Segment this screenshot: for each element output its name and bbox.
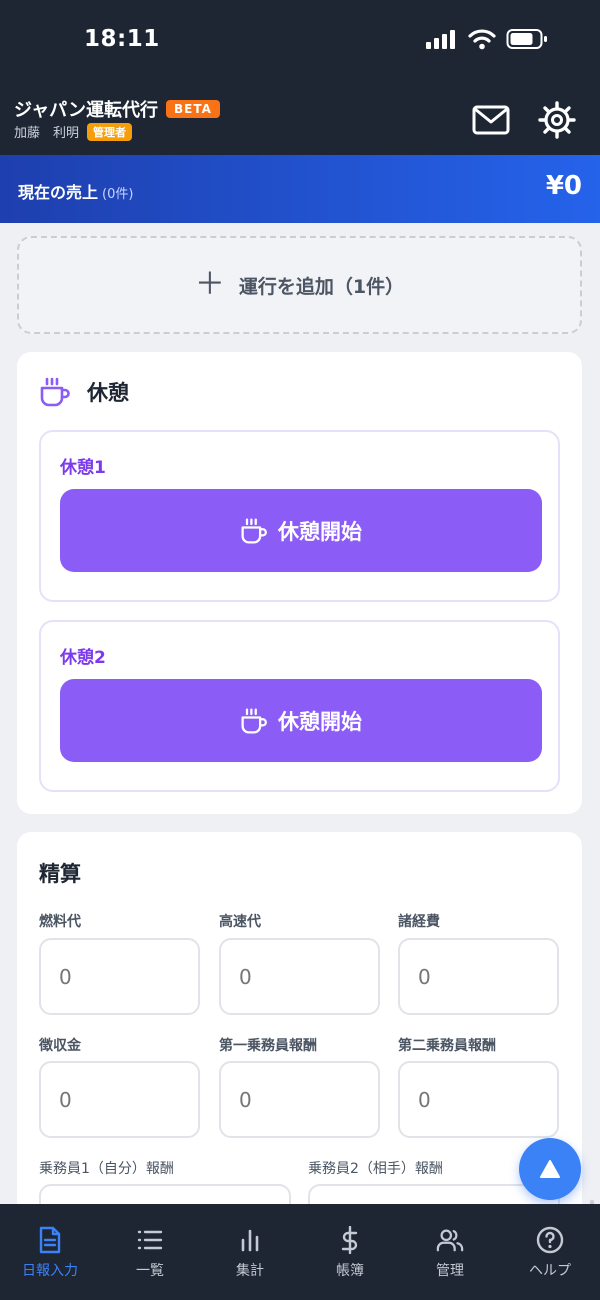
fuel-cost-input[interactable] — [39, 938, 200, 1015]
bar-chart-icon — [236, 1226, 264, 1254]
coffee-cup-icon — [241, 707, 267, 734]
wifi-icon — [468, 29, 496, 50]
first-crew-pay-input[interactable] — [219, 1061, 380, 1138]
signal-icon — [426, 30, 455, 49]
crew2-pay-label: 乗務員2（相手）報酬 — [308, 1161, 443, 1177]
plus-icon: ＋ — [194, 267, 225, 302]
add-run-label: 運行を追加（1件） — [238, 275, 405, 298]
help-icon — [536, 1226, 564, 1254]
tab-label: 集計 — [236, 1263, 264, 1279]
collected-money-label: 徴収金 — [39, 1038, 81, 1054]
mail-icon — [472, 105, 510, 135]
highway-cost-input[interactable] — [219, 938, 380, 1015]
bottom-tab-bar: 日報入力 一覧 集計 帳簿 管理 ヘルプ — [0, 1204, 600, 1300]
settlement-card: 精算 燃料代 高速代 諸経費 徴収金 第一乗務員報酬 第二乗務員報酬 乗務員1（… — [17, 832, 582, 1232]
break-start-button[interactable]: 休憩開始 — [60, 489, 542, 572]
list-icon — [136, 1226, 164, 1254]
add-run-button[interactable]: ＋ 運行を追加（1件） — [17, 236, 582, 334]
tab-label: ヘルプ — [529, 1263, 571, 1279]
sales-summary-bar: 現在の売上 (0件) ¥0 — [0, 155, 600, 223]
tab-daily-report[interactable]: 日報入力 — [0, 1204, 100, 1300]
tab-help[interactable]: ヘルプ — [500, 1204, 600, 1300]
scroll-top-button[interactable] — [519, 1138, 581, 1200]
gear-icon — [538, 101, 576, 139]
break-card: 休憩 休憩1 休憩開始 休憩2 休憩開始 — [17, 352, 582, 814]
coffee-cup-icon — [40, 377, 70, 407]
tab-label: 帳簿 — [336, 1263, 364, 1279]
status-bar: 18:11 — [0, 0, 600, 80]
document-icon — [36, 1226, 64, 1254]
role-badge: 管理者 — [87, 122, 133, 141]
app-title: ジャパン運転代行 BETA — [14, 96, 220, 122]
sales-label-text: 現在の売上 — [18, 183, 99, 202]
beta-badge: BETA — [166, 100, 220, 118]
app-header: ジャパン運転代行 BETA 加藤 利明 管理者 — [0, 80, 600, 155]
mail-button[interactable] — [471, 100, 511, 140]
app-name: ジャパン運転代行 — [14, 100, 158, 121]
crew1-pay-label: 乗務員1（自分）報酬 — [39, 1161, 174, 1177]
misc-expense-label: 諸経費 — [398, 914, 440, 930]
triangle-up-icon — [540, 1160, 560, 1178]
status-time: 18:11 — [84, 26, 160, 52]
break-item-label: 休憩1 — [60, 458, 106, 478]
settlement-title-text: 精算 — [39, 862, 81, 886]
battery-icon — [506, 29, 547, 49]
tab-label: 管理 — [436, 1263, 464, 1279]
break-start-label: 休憩開始 — [278, 709, 362, 734]
tab-label: 日報入力 — [22, 1263, 78, 1279]
user-line: 加藤 利明 管理者 — [14, 122, 133, 141]
break-start-label: 休憩開始 — [278, 519, 362, 544]
status-icons — [426, 28, 548, 50]
break-item-1: 休憩1 休憩開始 — [39, 430, 560, 602]
tab-list[interactable]: 一覧 — [100, 1204, 200, 1300]
settings-button[interactable] — [537, 100, 577, 140]
misc-expense-input[interactable] — [398, 938, 559, 1015]
second-crew-pay-input[interactable] — [398, 1061, 559, 1138]
break-card-title: 休憩 — [39, 376, 129, 408]
user-name: 加藤 利明 — [14, 126, 80, 141]
fuel-cost-label: 燃料代 — [39, 914, 81, 930]
collected-money-input[interactable] — [39, 1061, 200, 1138]
sales-amount: ¥0 — [545, 171, 582, 201]
break-item-2: 休憩2 休憩開始 — [39, 620, 560, 792]
sales-count: (0件) — [102, 187, 134, 202]
tab-summary[interactable]: 集計 — [200, 1204, 300, 1300]
tab-admin[interactable]: 管理 — [400, 1204, 500, 1300]
settlement-title: 精算 — [39, 858, 81, 888]
tab-label: 一覧 — [136, 1263, 164, 1279]
break-start-button[interactable]: 休憩開始 — [60, 679, 542, 762]
coffee-cup-icon — [241, 517, 267, 544]
sales-label: 現在の売上 (0件) — [18, 179, 133, 203]
second-crew-pay-label: 第二乗務員報酬 — [398, 1038, 496, 1054]
break-item-label: 休憩2 — [60, 648, 106, 668]
dollar-icon — [336, 1226, 364, 1254]
users-icon — [436, 1226, 464, 1254]
first-crew-pay-label: 第一乗務員報酬 — [219, 1038, 317, 1054]
break-title: 休憩 — [87, 381, 129, 405]
highway-cost-label: 高速代 — [219, 914, 261, 930]
tab-ledger[interactable]: 帳簿 — [300, 1204, 400, 1300]
